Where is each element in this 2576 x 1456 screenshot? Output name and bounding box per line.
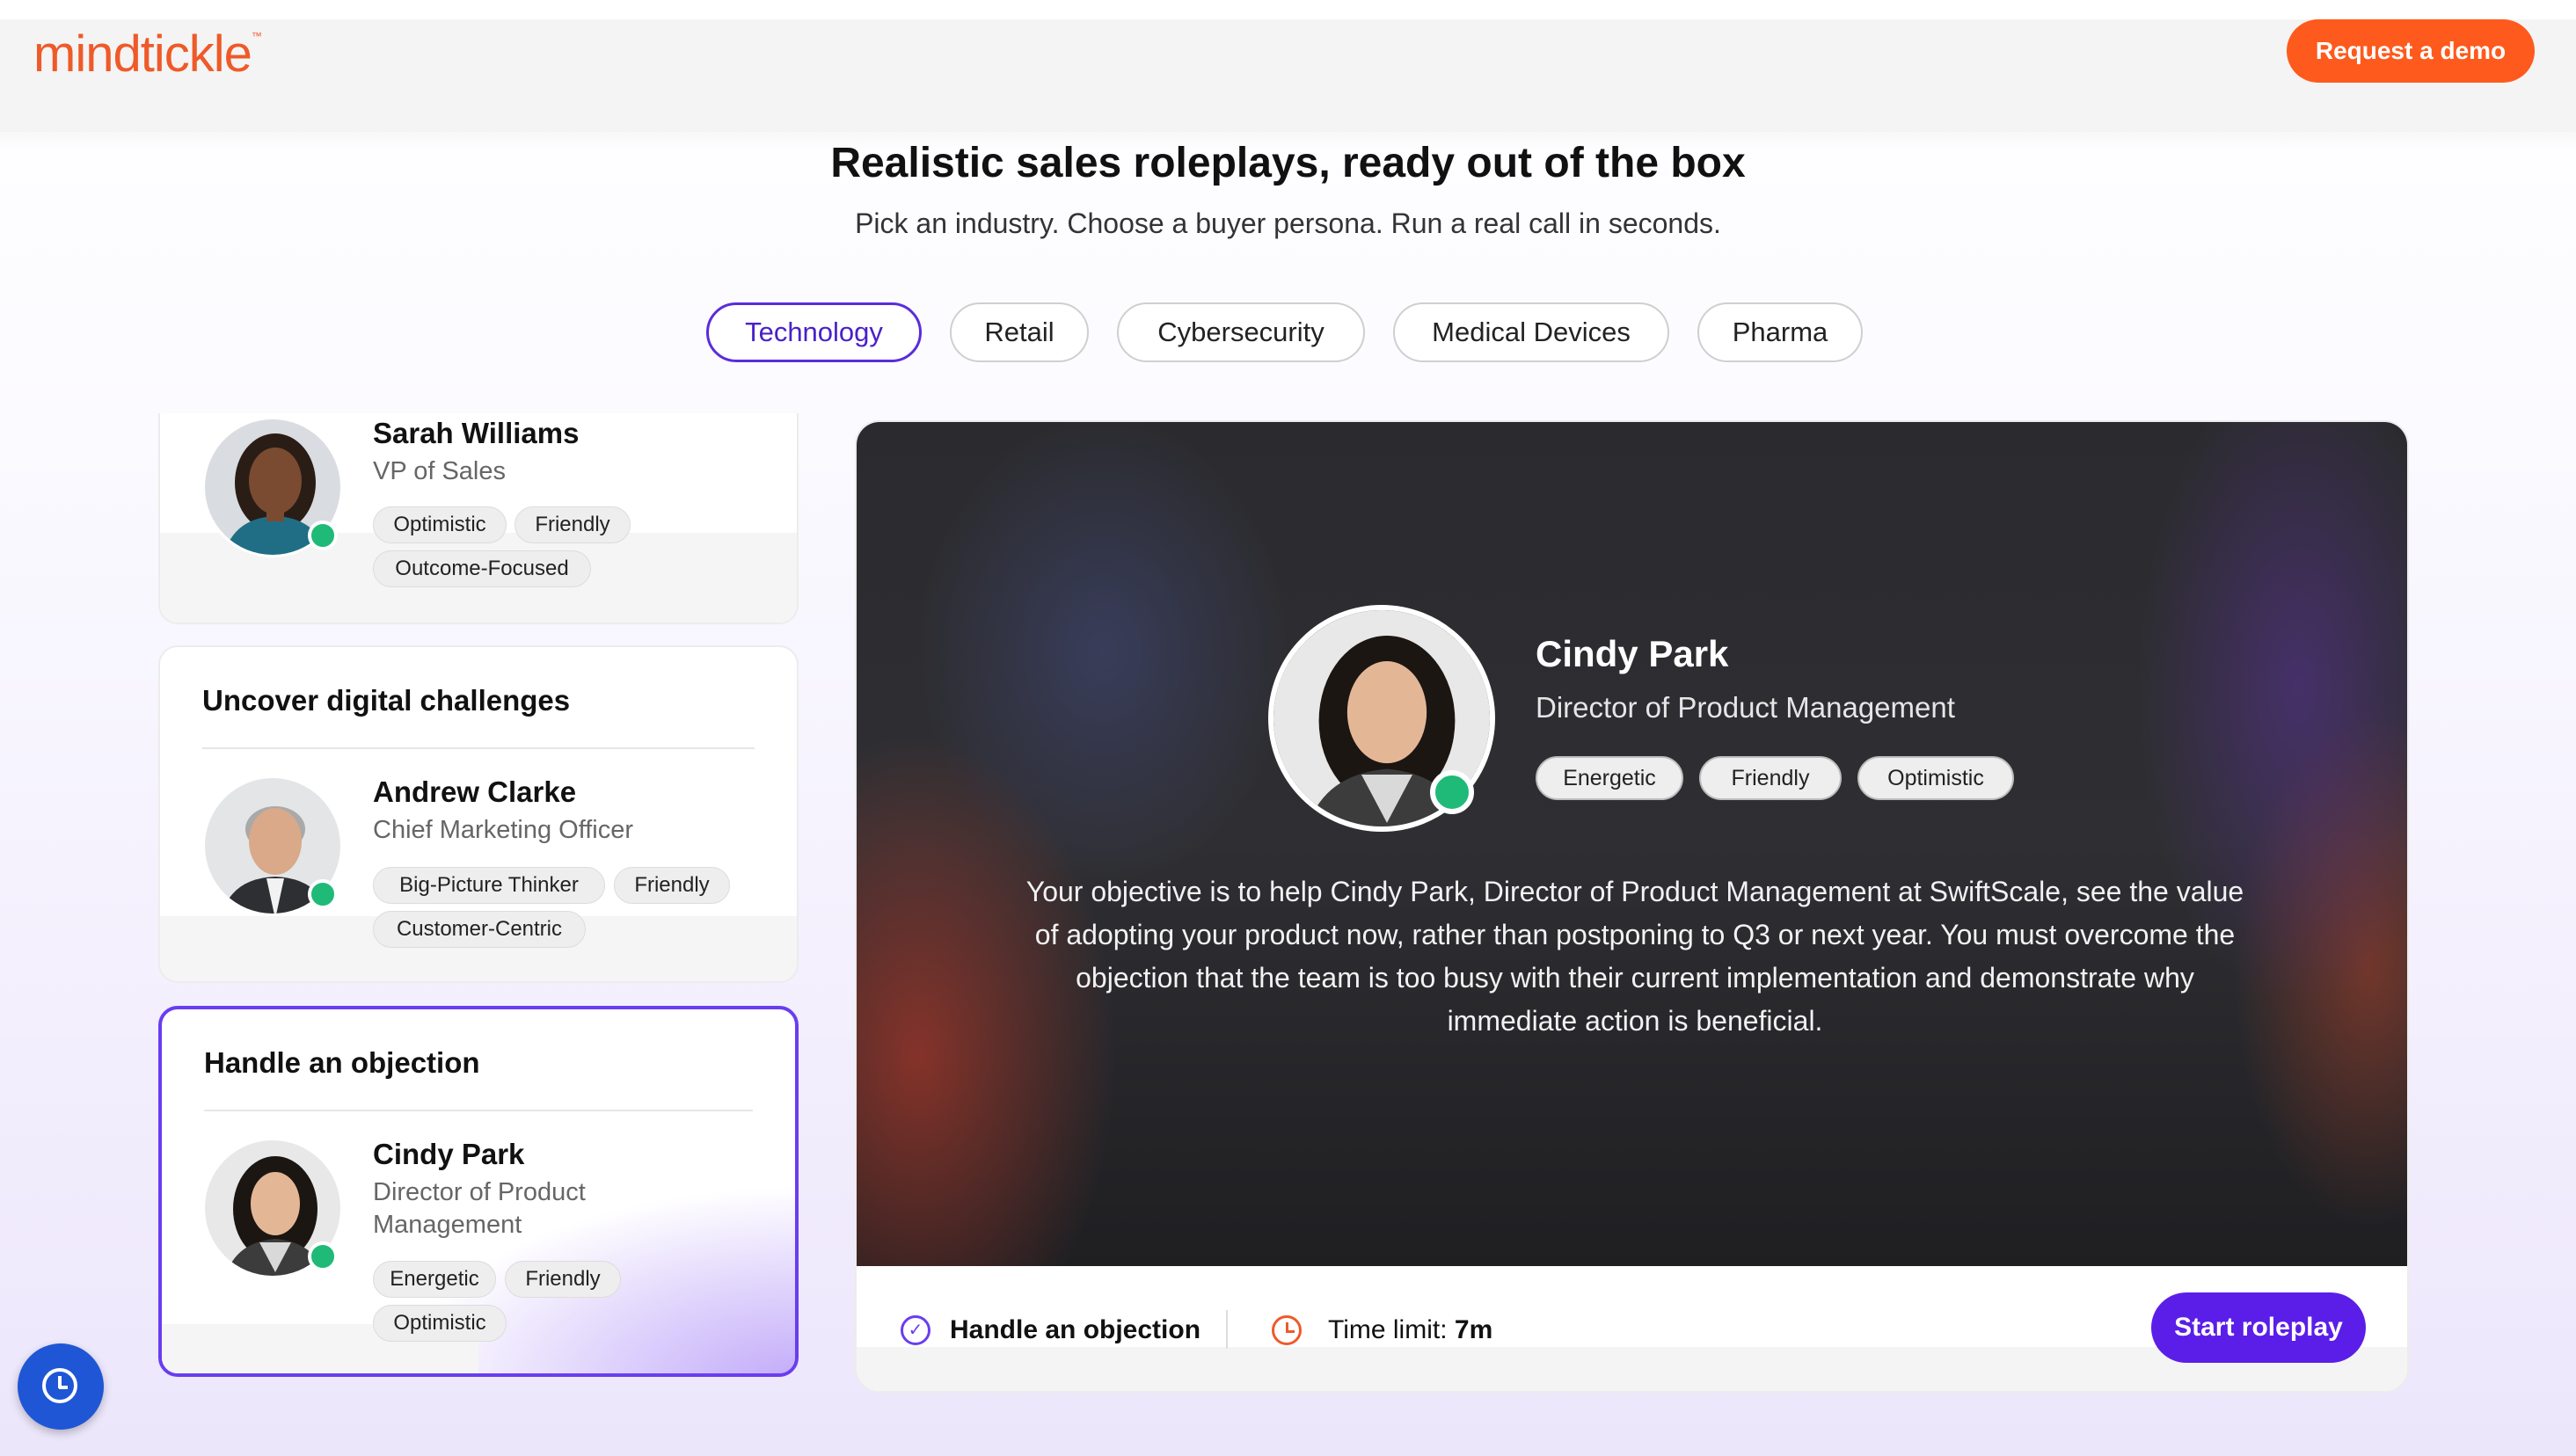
online-status-dot [308, 879, 338, 909]
card-divider [202, 747, 755, 749]
persona-role: Chief Marketing Officer [373, 816, 634, 844]
tab-medical-devices[interactable]: Medical Devices [1393, 302, 1669, 362]
trait-pill: Friendly [505, 1261, 621, 1298]
request-demo-button[interactable]: Request a demo [2287, 19, 2535, 83]
footer-divider [1226, 1310, 1228, 1349]
persona-name: Sarah Williams [373, 417, 580, 449]
roleplay-footer: ✓ Handle an objection Time limit: 7m Sta… [857, 1266, 2407, 1391]
time-limit-value: 7m [1454, 1315, 1493, 1344]
tab-cybersecurity[interactable]: Cybersecurity [1117, 302, 1365, 362]
trait-pill: Optimistic [373, 506, 507, 543]
tab-pharma[interactable]: Pharma [1697, 302, 1863, 362]
time-limit: Time limit: 7m [1328, 1315, 1492, 1345]
trait-pill: Outcome-Focused [373, 550, 591, 587]
mindtickle-logo[interactable]: mindtickle™ [33, 25, 262, 84]
detail-persona-name: Cindy Park [1536, 633, 1729, 674]
trait-pill: Energetic [373, 1261, 496, 1298]
check-circle-icon: ✓ [901, 1315, 930, 1345]
trait-pill: Big-Picture Thinker [373, 867, 605, 904]
scenario-card-andrew[interactable]: Uncover digital challenges Andrew Clarke… [158, 645, 799, 983]
trait-pill: Friendly [614, 867, 730, 904]
persona-role-line1: Director of Product [373, 1178, 586, 1206]
trait-pill: Friendly [1699, 756, 1842, 800]
industry-tabs: Technology Retail Cybersecurity Medical … [0, 302, 2576, 362]
top-bar [0, 19, 2576, 132]
tab-retail[interactable]: Retail [950, 302, 1089, 362]
card-divider [204, 1110, 753, 1111]
logo-text: mindtickle [33, 25, 252, 83]
persona-name: Andrew Clarke [373, 775, 577, 808]
start-roleplay-button[interactable]: Start roleplay [2151, 1292, 2366, 1363]
scenario-title: Uncover digital challenges [202, 684, 571, 717]
online-status-dot [308, 521, 338, 550]
time-limit-label: Time limit: [1328, 1315, 1448, 1344]
persona-name: Cindy Park [373, 1138, 525, 1170]
page-subtitle: Pick an industry. Choose a buyer persona… [855, 207, 1721, 239]
scenario-card-sarah[interactable]: Sarah Williams VP of Sales Optimistic Fr… [158, 413, 799, 624]
page-title: Realistic sales roleplays, ready out of … [830, 140, 1746, 186]
trait-pill: Optimistic [373, 1305, 507, 1342]
scenario-card-cindy[interactable]: Handle an objection Cindy Park Director … [158, 1006, 799, 1377]
persona-detail-panel: Cindy Park Director of Product Managemen… [855, 420, 2409, 1393]
clock-icon [42, 1368, 77, 1403]
persona-role: VP of Sales [373, 457, 507, 485]
scenario-title: Handle an objection [204, 1046, 480, 1079]
online-status-dot [308, 1241, 338, 1271]
online-status-dot [1430, 770, 1474, 814]
trait-pill: Friendly [514, 506, 631, 543]
history-widget-button[interactable] [18, 1343, 104, 1430]
logo-tm: ™ [251, 30, 262, 42]
roleplay-task: Handle an objection [950, 1315, 1201, 1344]
persona-hero: Cindy Park Director of Product Managemen… [857, 422, 2407, 1266]
roleplay-objective: Your objective is to help Cindy Park, Di… [1025, 876, 2244, 1037]
persona-role-line2: Management [373, 1211, 522, 1239]
trait-pill: Energetic [1536, 756, 1683, 800]
trait-pill: Customer-Centric [373, 911, 586, 948]
detail-persona-role: Director of Product Management [1536, 691, 1955, 724]
clock-icon [1272, 1315, 1302, 1345]
tab-technology[interactable]: Technology [706, 302, 922, 362]
trait-pill: Optimistic [1857, 756, 2014, 800]
